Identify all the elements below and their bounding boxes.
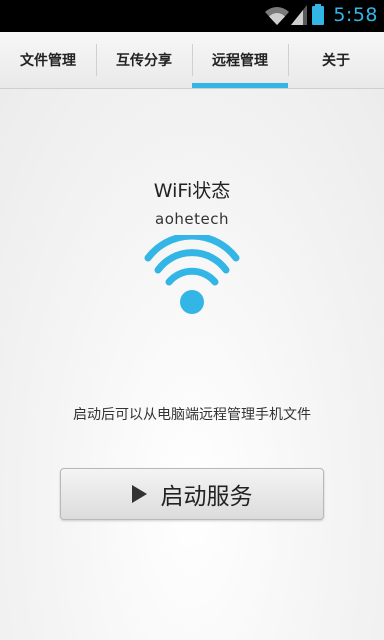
wifi-ssid: aohetech — [155, 210, 229, 228]
tab-label: 远程管理 — [212, 53, 268, 69]
cell-signal-icon — [291, 5, 307, 25]
remote-hint-text: 启动后可以从电脑端远程管理手机文件 — [73, 407, 311, 423]
start-service-button[interactable]: 启动服务 — [60, 468, 324, 520]
play-icon — [131, 485, 147, 503]
status-bar: 5:58 — [0, 0, 384, 32]
battery-icon — [312, 4, 324, 25]
wifi-status-icon — [265, 7, 289, 25]
tab-label: 关于 — [322, 53, 350, 69]
tab-selected-indicator — [192, 83, 288, 88]
status-clock: 5:58 — [333, 4, 378, 26]
tab-remote-manage[interactable]: 远程管理 — [192, 32, 288, 88]
tab-share[interactable]: 互传分享 — [96, 32, 192, 88]
tab-label: 文件管理 — [20, 53, 76, 69]
start-service-label: 启动服务 — [160, 484, 253, 510]
remote-manage-panel: WiFi状态 aohetech 启动后可以从电脑端远程管理手机文件 启动服务 — [0, 89, 384, 640]
wifi-status-title: WiFi状态 — [153, 180, 231, 202]
tab-file-manager[interactable]: 文件管理 — [0, 32, 96, 88]
tab-about[interactable]: 关于 — [288, 32, 384, 88]
tab-label: 互传分享 — [116, 53, 172, 69]
tab-bar: 文件管理 互传分享 远程管理 关于 — [0, 32, 384, 89]
wifi-icon — [144, 235, 240, 314]
